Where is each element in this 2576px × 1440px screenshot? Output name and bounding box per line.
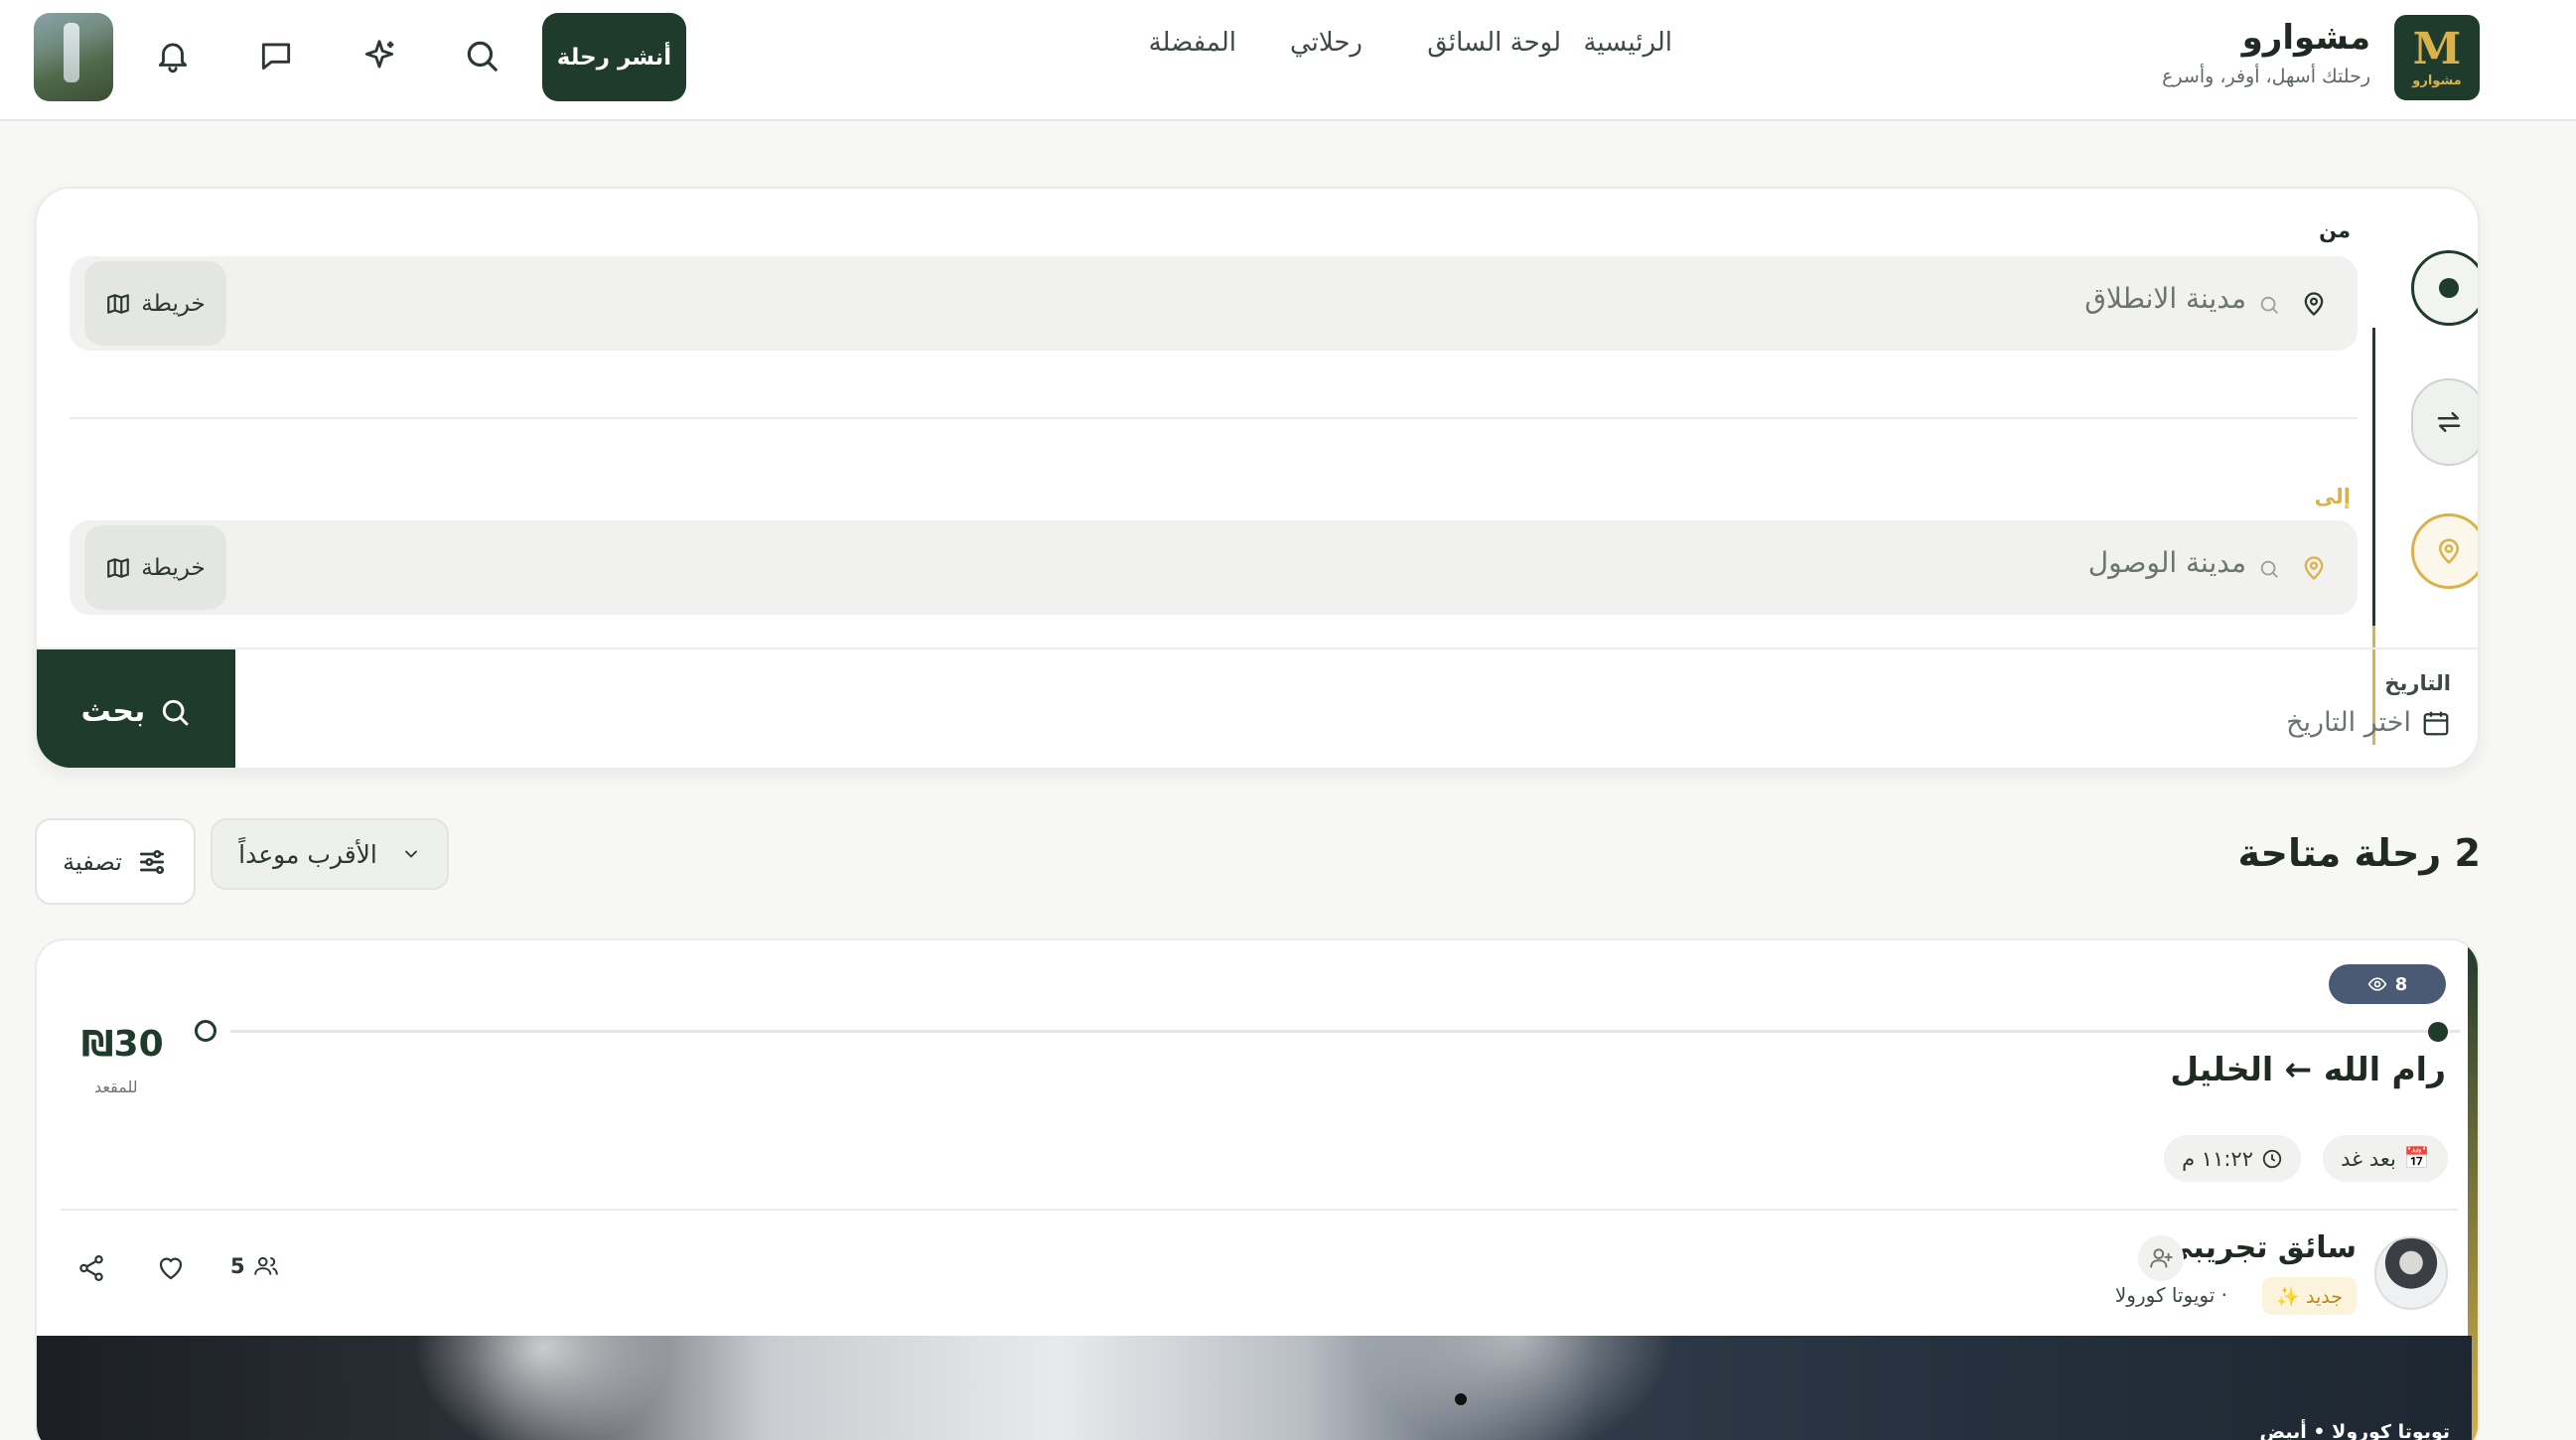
nav-home[interactable]: الرئيسية — [1583, 28, 1672, 58]
share-icon — [79, 1255, 103, 1281]
to-placeholder: مدينة الوصول — [2087, 546, 2246, 579]
driver-name[interactable]: سائق تجريبي — [2163, 1230, 2357, 1265]
logo-monogram: M — [2412, 23, 2462, 74]
seats-value: 5 — [230, 1254, 245, 1278]
trip-price: ₪30 — [81, 1024, 164, 1065]
trip-destination-dot — [195, 1020, 216, 1042]
search-button[interactable]: بحث — [37, 649, 235, 768]
user-avatar[interactable] — [34, 13, 113, 101]
date-row[interactable]: التاريخ اختر التاريخ بحث — [37, 648, 2478, 768]
trip-separator — [61, 1209, 2458, 1211]
swap-button[interactable] — [2411, 378, 2478, 466]
from-placeholder: مدينة الانطلاق — [2084, 282, 2246, 315]
eye-icon — [2367, 977, 2387, 991]
filter-button[interactable]: تصفية — [35, 818, 196, 905]
trip-time: ١١:٢٢ م — [2182, 1146, 2253, 1171]
from-label: من — [2319, 218, 2351, 242]
origin-marker — [2411, 250, 2478, 326]
logo-text: مشوارو — [2412, 72, 2462, 88]
brand-tagline: رحلتك أسهل، أوفر، وأسرع — [2162, 66, 2370, 87]
pin-icon — [2300, 552, 2328, 584]
map-icon — [107, 557, 130, 578]
field-divider — [70, 417, 2358, 419]
users-icon — [253, 1256, 278, 1275]
sort-dropdown[interactable]: الأقرب موعداً — [211, 818, 449, 890]
swap-icon — [2437, 412, 2461, 432]
day-chip: 📅 بعد غد — [2323, 1135, 2448, 1182]
brand-name: مشوارو — [2241, 18, 2370, 58]
publish-trip-button[interactable]: أنشر رحلة — [542, 13, 686, 101]
seats-count: 5 — [230, 1253, 279, 1279]
date-placeholder: اختر التاريخ — [2286, 707, 2411, 738]
results-count-title: 2 رحلة متاحة — [2237, 831, 2481, 875]
search-icon[interactable] — [460, 34, 503, 77]
from-field[interactable]: مدينة الانطلاق خريطة — [70, 256, 2358, 351]
views-badge: 8 — [2329, 964, 2446, 1004]
sliders-icon — [139, 849, 164, 874]
car-photo: تويوتا كورولا • أبيض — [37, 1336, 2472, 1440]
views-count: 8 — [2394, 973, 2408, 995]
nav-my-trips[interactable]: رحلاتي — [1290, 28, 1362, 58]
bell-icon[interactable] — [151, 34, 195, 77]
search-card: من مدينة الانطلاق خريطة إلى مدينة الوصول… — [35, 187, 2480, 770]
nav-driver-dashboard[interactable]: لوحة السائق — [1427, 28, 1561, 58]
pin-icon — [2438, 538, 2460, 564]
driver-avatar[interactable] — [2374, 1236, 2448, 1310]
trip-origin-dot — [2428, 1022, 2448, 1042]
map-label: خريطة — [141, 290, 206, 317]
favorite-button[interactable] — [156, 1253, 186, 1283]
car-caption: تويوتا كورولا • أبيض — [2259, 1421, 2450, 1440]
share-button[interactable] — [76, 1253, 106, 1283]
heart-icon — [159, 1257, 183, 1280]
trip-day: بعد غد — [2341, 1146, 2396, 1171]
time-chip: ١١:٢٢ م — [2164, 1135, 2301, 1182]
trip-route: رام الله ← الخليل — [2170, 1050, 2446, 1088]
chevron-down-icon — [404, 850, 417, 858]
sort-label: الأقرب موعداً — [238, 839, 377, 869]
nav-favorites[interactable]: المفضلة — [1149, 28, 1236, 58]
destination-marker — [2411, 513, 2478, 589]
calendar-icon — [2423, 711, 2449, 735]
date-picker[interactable]: اختر التاريخ — [2286, 707, 2451, 738]
map-icon — [107, 293, 130, 314]
to-map-button[interactable]: خريطة — [84, 525, 226, 610]
map-label: خريطة — [141, 554, 206, 581]
trip-route-line — [230, 1030, 2460, 1033]
brand-logo[interactable]: M مشوارو — [2394, 15, 2480, 100]
top-header: M مشوارو مشوارو رحلتك أسهل، أوفر، وأسرع … — [0, 0, 2576, 121]
search-icon — [2258, 558, 2280, 580]
search-button-label: بحث — [80, 694, 146, 729]
new-driver-badge: جديد ✨ — [2262, 1277, 2357, 1315]
clock-icon — [2262, 1149, 2282, 1168]
price-unit: للمقعد — [94, 1078, 138, 1096]
route-connector — [2372, 328, 2375, 644]
from-map-button[interactable]: خريطة — [84, 261, 226, 346]
filter-label: تصفية — [63, 847, 122, 876]
chat-icon[interactable] — [254, 34, 298, 77]
pin-icon — [2300, 288, 2328, 320]
user-plus-icon — [2150, 1248, 2173, 1268]
calendar-emoji-icon: 📅 — [2403, 1146, 2430, 1170]
car-model: · تويوتا كورولا — [2114, 1283, 2227, 1307]
date-label: التاريخ — [2384, 671, 2451, 695]
sparkle-icon[interactable] — [358, 34, 401, 77]
trip-card[interactable]: 8 رام الله ← الخليل ₪30 للمقعد 📅 بعد غد … — [35, 938, 2480, 1440]
add-friend-button[interactable] — [2138, 1235, 2184, 1281]
search-icon — [2258, 294, 2280, 316]
to-label: إلى — [2314, 485, 2351, 508]
to-field[interactable]: مدينة الوصول خريطة — [70, 520, 2358, 615]
search-icon — [163, 699, 189, 725]
